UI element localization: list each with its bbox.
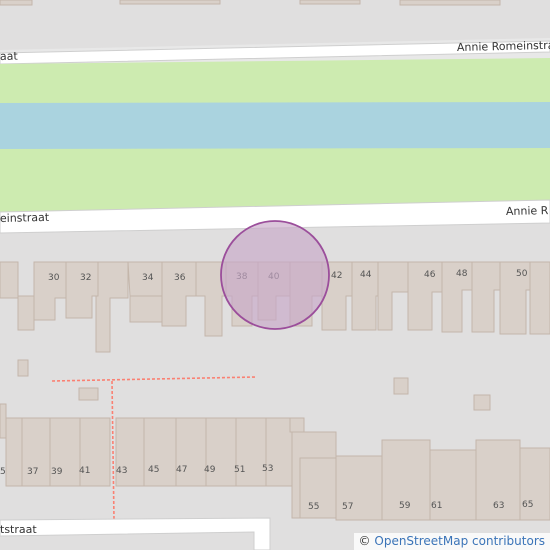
house-number: 34 [142, 273, 154, 283]
house-number: 65 [522, 500, 533, 510]
house-number: 53 [262, 464, 273, 474]
house-number: 59 [399, 501, 411, 511]
street-label-middle-left: einstraat [0, 211, 50, 225]
location-highlight-circle[interactable] [220, 220, 330, 330]
canal-water [0, 102, 550, 149]
house-number: 32 [80, 273, 91, 283]
street-label-bottom-left: tstraat [0, 523, 37, 536]
house-number: 42 [331, 271, 342, 281]
house-number: 5 [0, 467, 6, 477]
house-number: 36 [174, 273, 186, 283]
house-number: 46 [424, 270, 436, 280]
house-number: 47 [176, 465, 187, 475]
map-view[interactable]: aat Annie Romeinstraat einstraat Annie R… [0, 0, 550, 550]
house-number: 43 [116, 466, 127, 476]
house-number: 50 [516, 269, 528, 279]
house-number: 44 [360, 270, 372, 280]
house-number: 61 [431, 501, 442, 511]
house-number: 51 [234, 465, 245, 475]
house-number: 39 [51, 467, 63, 477]
street-label-top: Annie Romeinstraat [457, 39, 550, 54]
copyright-symbol: © [358, 534, 371, 548]
house-number: 49 [204, 465, 216, 475]
house-number: 63 [493, 501, 504, 511]
house-number: 45 [148, 465, 159, 475]
map-canvas: aat Annie Romeinstraat einstraat Annie R… [0, 0, 550, 550]
house-number: 37 [27, 467, 38, 477]
house-number: 48 [456, 269, 468, 279]
house-number: 41 [79, 466, 90, 476]
house-number: 30 [48, 273, 60, 283]
attribution-link[interactable]: OpenStreetMap contributors [374, 534, 545, 548]
map-attribution: © OpenStreetMap contributors [353, 533, 550, 550]
street-label-middle-right: Annie R [506, 204, 549, 218]
street-label-top-left: aat [0, 50, 19, 63]
house-number: 55 [308, 502, 319, 512]
house-number: 57 [342, 502, 353, 512]
